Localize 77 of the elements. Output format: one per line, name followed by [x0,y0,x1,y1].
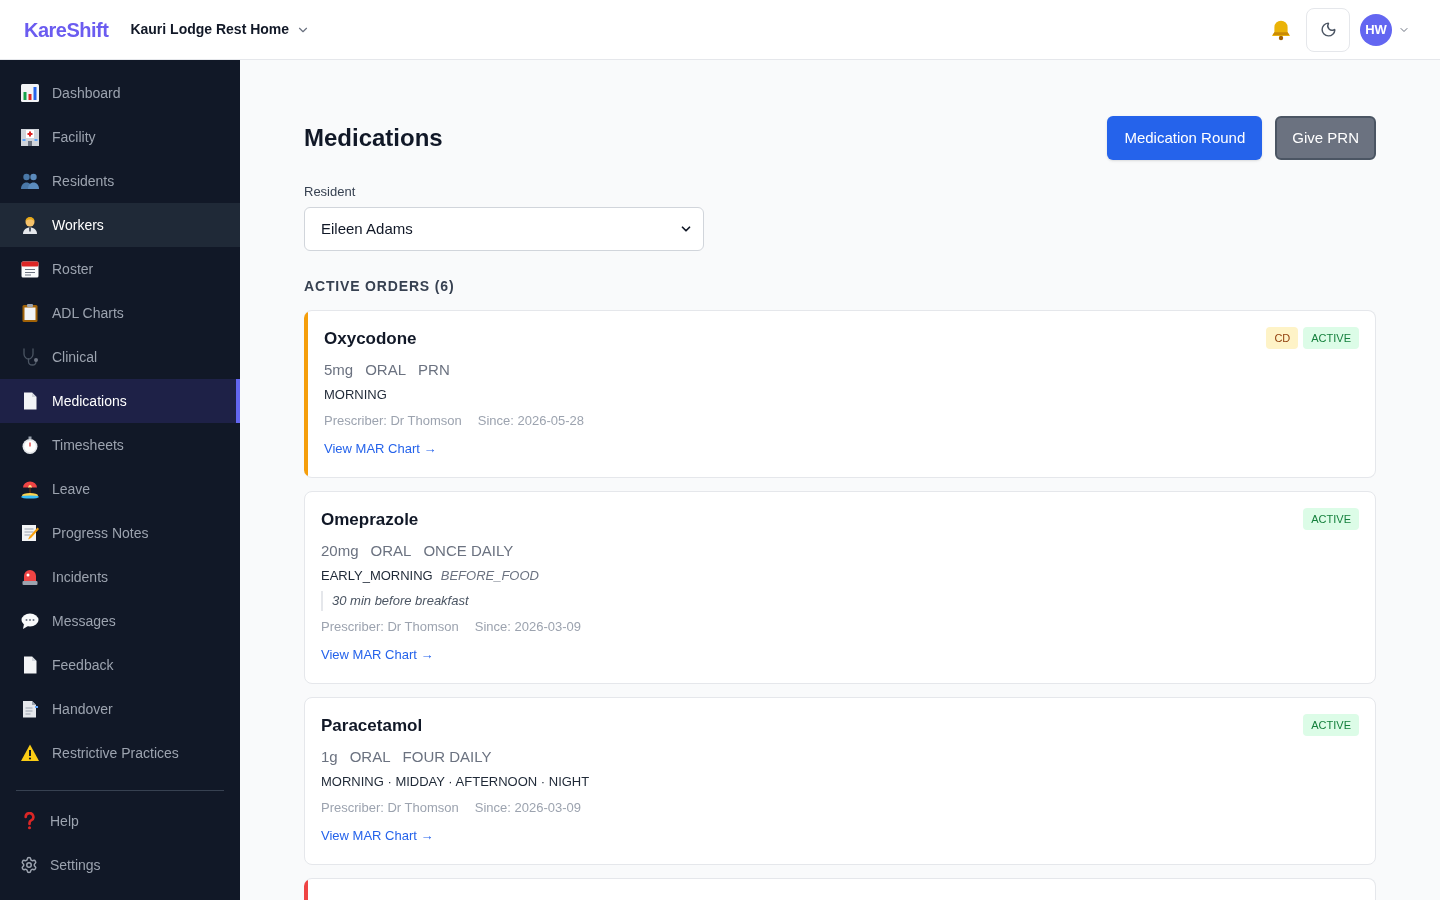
resident-select[interactable]: Eileen Adams [304,207,704,251]
view-mar-chart-link[interactable]: View MAR Chart → [324,441,437,456]
theme-toggle-button[interactable] [1306,7,1350,52]
dose-text: 1g [321,747,338,767]
frequency-text: PRN [418,360,450,380]
siren-light-icon [20,567,40,587]
facility-selector[interactable]: Kauri Lodge Rest Home [130,19,311,40]
sidebar-item[interactable]: Workers [0,203,240,247]
user-menu-button[interactable]: HW [1360,13,1410,46]
hospital-icon [20,127,40,147]
frequency-text: FOUR DAILY [402,747,492,767]
status-badge: CD [1266,327,1299,349]
dose-text: 20mg [321,541,359,561]
sidebar-item[interactable]: Messages [0,599,240,643]
calendar-icon [20,259,40,279]
field-label: Resident [304,184,356,200]
sidebar-item[interactable]: Facility [0,115,240,159]
sidebar-item[interactable]: Handover [0,687,240,731]
documents-icon [20,699,40,719]
prescriber-text: Prescriber: Dr Thomson [321,618,459,636]
status-badge: ACTIVE [1303,714,1359,736]
section-heading: ACTIVE ORDERS (6) [304,277,455,295]
sidebar-item[interactable]: Dashboard [0,71,240,115]
sidebar-item[interactable]: ADL Charts [0,291,240,335]
frequency-text: ONCE DAILY [423,541,514,561]
sidebar-item[interactable]: Medications [0,379,240,423]
status-badge: ACTIVE [1303,508,1359,530]
dose-text: 5mg [324,360,354,380]
medication-name: Paracetamol [321,715,423,737]
start-date-text: Since: 2026-03-09 [474,618,581,636]
beach-umbrella-icon [20,479,40,499]
help-icon [23,812,35,830]
settings-icon [20,856,38,874]
bell-icon [1270,18,1292,41]
page-title: Medications [304,123,443,153]
medication-name: Omeprazole [321,509,419,531]
sidebar-item[interactable]: Roster [0,247,240,291]
people-icon [20,171,40,191]
memo-pencil-icon [20,523,40,543]
action-button[interactable]: Give PRN [1275,116,1376,160]
action-button[interactable]: Medication Round [1107,116,1263,160]
start-date-text: Since: 2026-03-09 [474,799,581,817]
sidebar-item[interactable]: Clinical [0,335,240,379]
sidebar-item[interactable]: Leave [0,467,240,511]
sidebar-item[interactable]: Feedback [0,643,240,687]
sidebar-item[interactable]: Residents [0,159,240,203]
time-slots-text: EARLY_MORNING [321,567,433,585]
time-slots-text: MORNING [324,386,387,404]
instruction-text: BEFORE_FOOD [440,567,539,585]
sidebar-item[interactable]: Settings [16,843,224,887]
moon-icon [1319,21,1337,38]
sidebar-item[interactable]: Help [16,799,224,843]
medication-name: Oxycodone [324,328,417,350]
view-mar-chart-link[interactable]: View MAR Chart → [321,647,434,662]
start-date-text: Since: 2026-05-28 [477,412,584,430]
user-avatar: HW [1360,13,1392,46]
route-text: ORAL [370,541,412,561]
sidebar-item[interactable]: Restrictive Practices [0,731,240,775]
app-logo: KareShift [24,17,109,43]
speech-bubble-icon [20,611,40,631]
sidebar-item[interactable]: Incidents [0,555,240,599]
route-text: ORAL [365,360,407,380]
route-text: ORAL [349,747,391,767]
person-icon [20,215,40,235]
stethoscope-icon [20,347,40,367]
warning-icon [20,743,40,763]
sidebar-item[interactable]: Progress Notes [0,511,240,555]
sidebar-item[interactable]: Timesheets [0,423,240,467]
status-badge: ACTIVE [1303,327,1359,349]
clipboard-icon [20,303,40,323]
bar-chart-icon [20,83,40,103]
prescriber-text: Prescriber: Dr Thomson [321,799,459,817]
prescriber-text: Prescriber: Dr Thomson [324,412,462,430]
note-text: 30 min before breakfast [321,591,1359,611]
time-slots-text: MORNING · MIDDAY · AFTERNOON · NIGHT [321,773,590,791]
view-mar-chart-link[interactable]: View MAR Chart → [321,828,434,843]
stopwatch-icon [20,435,40,455]
